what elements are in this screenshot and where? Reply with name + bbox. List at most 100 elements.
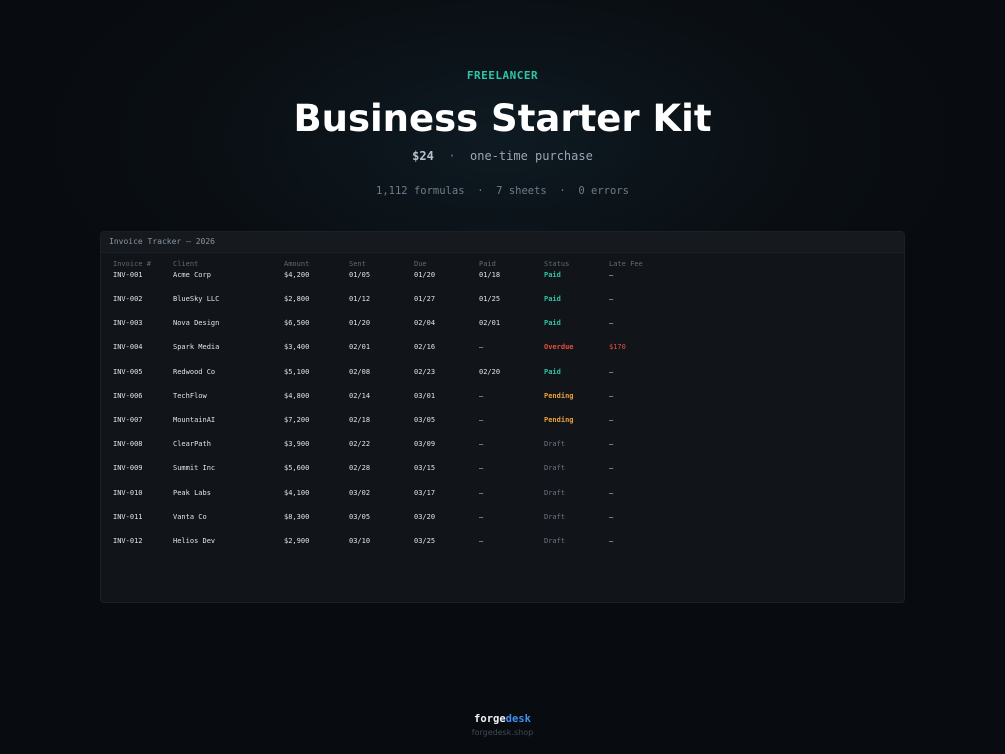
invoice-number-cell: INV-008 (113, 440, 143, 449)
late-fee-cell: — (609, 367, 614, 376)
amount-cell: $2,900 (284, 536, 310, 545)
due-date-cell: 02/16 (414, 343, 436, 352)
due-date-cell: 03/20 (414, 512, 436, 521)
due-date-cell: 02/23 (414, 367, 436, 376)
spreadsheet-preview: Invoice Tracker — 2026 Invoice # Client … (100, 231, 905, 603)
status-cell: Paid (544, 295, 561, 303)
status-cell: Draft (544, 464, 566, 473)
client-name-cell: Helios Dev (173, 536, 216, 545)
late-fee-cell: — (609, 464, 614, 473)
product-category-label: FREELANCER (466, 69, 539, 82)
invoice-table-body: INV-001 Acme Corp $4,200 01/05 01/20 01/18 Pai… (109, 271, 669, 561)
paid-date-cell: 02/20 (479, 367, 501, 376)
paid-date-cell: — (479, 415, 484, 424)
amount-cell: $6,500 (284, 319, 310, 328)
client-name-cell: Vanta Co (173, 512, 207, 521)
column-header-client: Client (173, 260, 199, 268)
invoice-number-cell: INV-011 (113, 512, 143, 521)
late-fee-cell: — (609, 488, 614, 497)
sheet-title-bar: Invoice Tracker — 2026 (101, 232, 904, 253)
sent-date-cell: 02/22 (349, 440, 371, 449)
client-name-cell: MountainAI (173, 415, 216, 424)
sent-date-cell: 03/10 (349, 536, 371, 545)
table-row: INV-009 Summit Inc $5,600 02/28 03/15 — Draft — (109, 464, 669, 488)
paid-date-cell: — (479, 343, 484, 352)
status-cell: Paid (544, 319, 561, 328)
amount-cell: $2,800 (284, 295, 310, 303)
column-header-late-fee: Late Fee (609, 260, 643, 268)
paid-date-cell: — (479, 440, 484, 449)
late-fee-cell: — (609, 319, 614, 328)
status-cell: Paid (544, 367, 561, 376)
due-date-cell: 03/05 (414, 415, 436, 424)
amount-cell: $8,300 (284, 512, 310, 521)
invoice-number-cell: INV-003 (113, 319, 143, 328)
table-row: INV-006 TechFlow $4,800 02/14 03/01 — Pending — (109, 392, 669, 416)
table-header-row: Invoice # Client Amount Sent Due Paid St… (109, 257, 669, 271)
sent-date-cell: 02/08 (349, 367, 371, 376)
status-cell: Draft (544, 488, 566, 497)
sent-date-cell: 01/05 (349, 271, 371, 279)
status-cell: Pending (544, 415, 574, 424)
client-name-cell: Summit Inc (173, 464, 216, 473)
column-header-sent: Sent (349, 260, 366, 268)
invoice-number-cell: INV-007 (113, 415, 143, 424)
invoice-number-cell: INV-012 (113, 536, 143, 545)
paid-date-cell: — (479, 488, 484, 497)
brand-logo: forgedesk (0, 713, 1005, 725)
table-row: INV-012 Helios Dev $2,900 03/10 03/25 — Draft — (109, 537, 669, 561)
client-name-cell: ClearPath (173, 440, 211, 449)
status-cell: Draft (544, 536, 566, 545)
status-cell: Pending (544, 391, 574, 400)
client-name-cell: TechFlow (173, 391, 207, 400)
purchase-type-label: one-time purchase (470, 149, 593, 163)
due-date-cell: 01/20 (414, 271, 436, 279)
stat-errors: 0 errors (578, 185, 629, 197)
sent-date-cell: 03/02 (349, 488, 371, 497)
table-row: INV-002 BlueSky LLC $2,800 01/12 01/27 01/25 P… (109, 295, 669, 319)
late-fee-cell: — (609, 415, 614, 424)
paid-date-cell: — (479, 512, 484, 521)
table-row: INV-001 Acme Corp $4,200 01/05 01/20 01/18 Pai… (109, 271, 669, 295)
client-name-cell: Redwood Co (173, 367, 216, 376)
status-cell: Draft (544, 440, 566, 449)
table-row: INV-005 Redwood Co $5,100 02/08 02/23 02/20 Pa… (109, 368, 669, 392)
amount-cell: $3,900 (284, 440, 310, 449)
late-fee-cell: $170 (609, 343, 626, 352)
brand-url: forgedesk.shop (471, 728, 534, 737)
sent-date-cell: 02/18 (349, 415, 371, 424)
column-header-invoice: Invoice # (113, 260, 151, 268)
price-line: $24 · one-time purchase (0, 149, 1005, 163)
client-name-cell: BlueSky LLC (173, 295, 220, 303)
late-fee-cell: — (609, 271, 614, 279)
price-separator: · (448, 149, 456, 163)
product-stats: 1,112 formulas · 7 sheets · 0 errors (0, 185, 1005, 197)
client-name-cell: Nova Design (173, 319, 220, 328)
sent-date-cell: 01/12 (349, 295, 371, 303)
late-fee-cell: — (609, 391, 614, 400)
paid-date-cell: 01/25 (479, 295, 501, 303)
amount-cell: $5,600 (284, 464, 310, 473)
product-title: Business Starter Kit (293, 97, 712, 140)
invoice-number-cell: INV-004 (113, 343, 143, 352)
sent-date-cell: 02/28 (349, 464, 371, 473)
due-date-cell: 02/04 (414, 319, 436, 328)
sent-date-cell: 02/14 (349, 391, 371, 400)
due-date-cell: 03/01 (414, 391, 436, 400)
sheet-title: Invoice Tracker — 2026 (109, 237, 215, 246)
amount-cell: $4,200 (284, 271, 310, 279)
stat-separator: · (559, 185, 566, 197)
column-header-due: Due (414, 260, 427, 268)
sent-date-cell: 02/01 (349, 343, 371, 352)
price-value: $24 (412, 149, 434, 163)
stat-separator: · (477, 185, 484, 197)
amount-cell: $4,100 (284, 488, 310, 497)
late-fee-cell: — (609, 440, 614, 449)
client-name-cell: Peak Labs (173, 488, 211, 497)
table-row: INV-004 Spark Media $3,400 02/01 02/16 — Overd… (109, 343, 669, 367)
invoice-number-cell: INV-002 (113, 295, 143, 303)
invoice-table: Invoice # Client Amount Sent Due Paid St… (109, 257, 669, 561)
status-cell: Draft (544, 512, 566, 521)
column-header-paid: Paid (479, 260, 496, 268)
due-date-cell: 03/25 (414, 536, 436, 545)
